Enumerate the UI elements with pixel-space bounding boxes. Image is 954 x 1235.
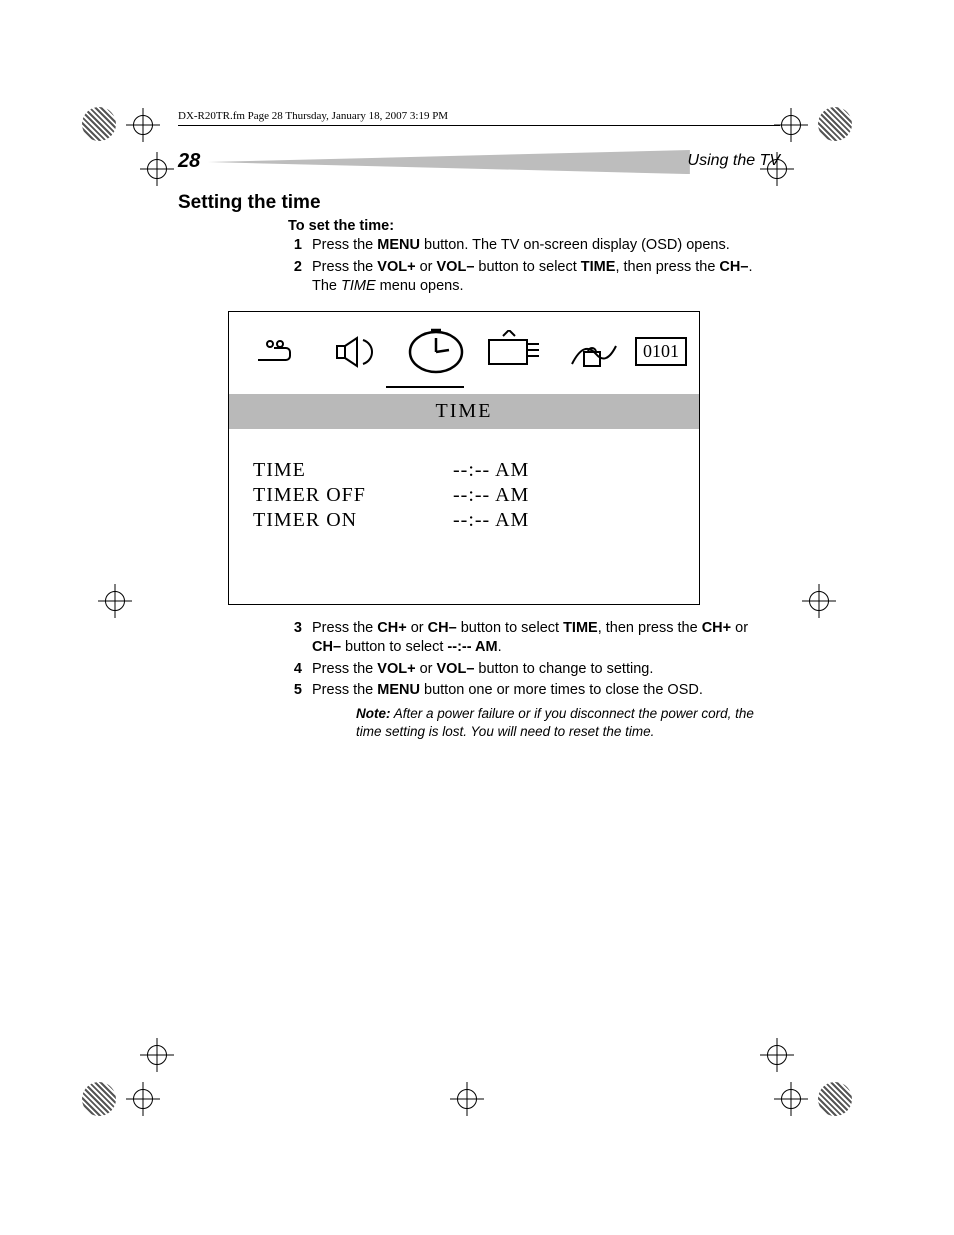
- reg-mark: [140, 1038, 174, 1072]
- reg-mark: [774, 1082, 808, 1116]
- t: TIME: [581, 259, 616, 275]
- audio-icon: [320, 332, 395, 372]
- video-icon: [241, 332, 316, 372]
- osd-row-label: TIMER ON: [253, 509, 453, 532]
- osd-row-label: TIME: [253, 459, 453, 482]
- reg-mark: [802, 584, 836, 618]
- t: or: [416, 259, 437, 275]
- step-4: 4 Press the VOL+ or VOL– button to chang…: [268, 660, 780, 680]
- osd-row-value: --:-- AM: [453, 459, 675, 482]
- t: menu opens.: [376, 278, 464, 294]
- osd-row-value: --:-- AM: [453, 484, 675, 507]
- t: Press the: [312, 237, 377, 253]
- t: button to select: [457, 620, 563, 636]
- tab-code: 0101: [635, 337, 687, 366]
- reg-mark: [450, 1082, 484, 1116]
- step-5: 5 Press the MENU button one or more time…: [268, 681, 780, 741]
- t: button to change to setting.: [474, 661, 653, 677]
- osd-row-label: TIMER OFF: [253, 484, 453, 507]
- step-number: 1: [268, 236, 312, 256]
- t: Press the: [312, 682, 377, 698]
- t: .: [498, 639, 502, 655]
- t: VOL+: [377, 661, 415, 677]
- procedure-intro: To set the time:: [288, 218, 780, 234]
- t: Press the: [312, 259, 377, 275]
- step-1: 1 Press the MENU button. The TV on-scree…: [268, 236, 780, 256]
- t: VOL–: [437, 661, 475, 677]
- reg-mark: [126, 1082, 160, 1116]
- t: , then press the: [598, 620, 702, 636]
- function-icon: [477, 330, 552, 374]
- rule: [178, 125, 780, 126]
- steps-list: 1 Press the MENU button. The TV on-scree…: [268, 236, 780, 297]
- note-label: Note:: [356, 706, 391, 721]
- t: Press the: [312, 620, 377, 636]
- t: or: [416, 661, 437, 677]
- osd-title: TIME: [229, 394, 699, 429]
- t: TIME: [341, 278, 376, 294]
- t: button one or more times to close the OS…: [420, 682, 703, 698]
- t: button to select: [474, 259, 580, 275]
- osd-figure: 0101 TIME TIME TIMER OFF TIMER ON --:-- …: [228, 311, 700, 605]
- t: or: [407, 620, 428, 636]
- t: CH–: [428, 620, 457, 636]
- step-number: 2: [268, 258, 312, 297]
- corner-dot: [818, 1082, 852, 1116]
- t: button to select: [341, 639, 447, 655]
- osd-tab-icons: 0101: [229, 312, 699, 386]
- corner-dot: [82, 107, 116, 141]
- note: Note: After a power failure or if you di…: [356, 705, 780, 741]
- reg-mark: [98, 584, 132, 618]
- t: CH–: [719, 259, 748, 275]
- t: VOL–: [437, 259, 475, 275]
- osd-row-value: --:-- AM: [453, 509, 675, 532]
- corner-dot: [82, 1082, 116, 1116]
- t: , then press the: [615, 259, 719, 275]
- t: MENU: [377, 682, 420, 698]
- step-number: 5: [268, 681, 312, 741]
- sweep-graphic: [208, 150, 690, 174]
- t: TIME: [563, 620, 598, 636]
- reg-mark: [126, 108, 160, 142]
- step-3: 3 Press the CH+ or CH– button to select …: [268, 619, 780, 658]
- osd-tabbar: [229, 386, 699, 394]
- note-text: After a power failure or if you disconne…: [356, 706, 754, 739]
- t: CH+: [377, 620, 406, 636]
- step-2: 2 Press the VOL+ or VOL– button to selec…: [268, 258, 780, 297]
- section-tag: Using the TV: [688, 152, 780, 170]
- page-header: 28 Using the TV: [178, 150, 780, 182]
- section-title: Setting the time: [178, 192, 780, 214]
- reg-mark: [140, 152, 174, 186]
- page: DX-R20TR.fm Page 28 Thursday, January 18…: [178, 110, 780, 743]
- t: VOL+: [377, 259, 415, 275]
- t: CH+: [702, 620, 731, 636]
- steps-list: 3 Press the CH+ or CH– button to select …: [268, 619, 780, 742]
- lock-icon: [556, 332, 631, 372]
- page-number: 28: [178, 150, 200, 172]
- osd-body: TIME TIMER OFF TIMER ON --:-- AM --:-- A…: [229, 429, 699, 604]
- time-icon: [399, 328, 474, 376]
- reg-mark: [760, 1038, 794, 1072]
- t: or: [731, 620, 748, 636]
- t: Press the: [312, 661, 377, 677]
- t: CH–: [312, 639, 341, 655]
- corner-dot: [818, 107, 852, 141]
- running-head: DX-R20TR.fm Page 28 Thursday, January 18…: [178, 110, 780, 122]
- t: button. The TV on-screen display (OSD) o…: [420, 237, 730, 253]
- t: MENU: [377, 237, 420, 253]
- t: --:-- AM: [447, 639, 497, 655]
- step-number: 4: [268, 660, 312, 680]
- step-number: 3: [268, 619, 312, 658]
